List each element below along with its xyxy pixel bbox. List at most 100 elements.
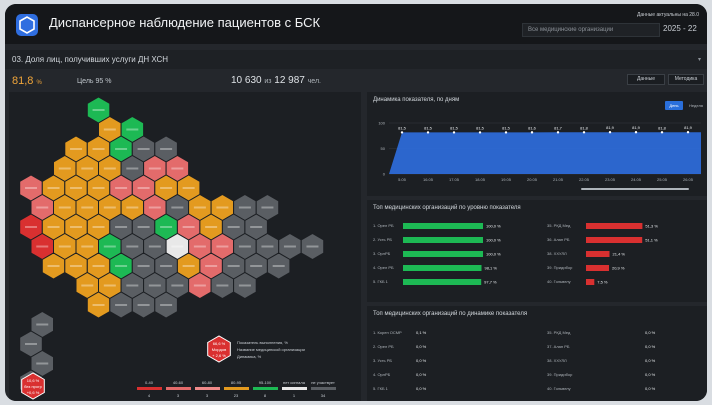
map-hex-caption — [103, 206, 116, 209]
dynamics-chart: 0 50 100 81,5 5.05 81,5 16.05 81,5 17.05 81,5 18.0… — [378, 121, 701, 190]
rank-right-value: 0,0 % — [645, 372, 656, 377]
data-button[interactable]: Данные — [627, 74, 665, 85]
map-hex-caption — [171, 284, 184, 287]
map-hex-caption — [115, 148, 128, 150]
top-left-bar — [403, 279, 482, 285]
map-hex-caption — [148, 245, 161, 248]
scale-label: 80-95 — [231, 380, 242, 385]
data-label: 81,5 — [476, 125, 485, 130]
map-hex-caption — [25, 226, 37, 228]
map-hex-caption — [148, 167, 161, 170]
rank-left-value: 0,0 % — [416, 386, 427, 391]
scale-swatch — [311, 387, 336, 390]
map-hex-caption — [272, 265, 285, 267]
map-hex-caption — [126, 167, 139, 170]
top-right-value: 21,4 % — [613, 252, 626, 257]
map-hex-caption — [137, 265, 150, 267]
top-left-value: 100,0 % — [486, 224, 501, 229]
map-hex-caption — [115, 265, 128, 267]
rank-right-label: 37. Алан РБ — [547, 344, 570, 349]
map-hex-caption — [160, 148, 173, 150]
dynamics-rank-title: Топ медицинских организаций по динамике … — [373, 311, 528, 317]
map-hex-caption — [92, 148, 105, 150]
dynamics-title: Динамика показателя, по дням — [373, 97, 460, 103]
corner-badge-dynamics: +0,6 % — [27, 390, 40, 395]
scale-count: 4 — [148, 393, 151, 398]
map-hex-caption — [47, 226, 60, 228]
top-left-value: 97,7 % — [484, 280, 497, 285]
map-hex-caption — [47, 187, 60, 189]
chevron-down-icon[interactable]: ▾ — [698, 56, 701, 63]
map-hex-caption — [92, 265, 105, 267]
top-left-label: 2. Усть РБ — [373, 237, 392, 242]
page-title: Диспансерное наблюдение пациентов с БСК — [49, 15, 321, 30]
map-hex-caption — [92, 109, 105, 111]
top-right-value: 51,1 % — [645, 238, 658, 243]
series-point — [634, 131, 638, 134]
map-hex-caption — [238, 206, 251, 209]
top-left-label: 5. ГКБ 1 — [373, 279, 389, 284]
legend-line-dynamics: Динамика, % — [237, 354, 262, 359]
map-hex-caption — [58, 206, 71, 209]
day-toggle-button[interactable]: День — [665, 101, 683, 110]
map-hex-caption — [36, 245, 49, 248]
top-left-bar — [403, 265, 482, 271]
map-hex-caption — [171, 206, 184, 209]
methodology-button[interactable]: Методика — [668, 74, 704, 85]
map-hex-caption — [103, 284, 116, 287]
scale-swatch — [195, 387, 220, 390]
map-hex-caption — [261, 206, 274, 209]
scale-label: 40-60 — [173, 380, 184, 385]
week-toggle-button[interactable]: Неделя — [685, 101, 707, 110]
map-hex-caption — [182, 265, 195, 267]
top-left-bar — [403, 237, 483, 243]
legend-hex-dynamics: + 2,6 % — [212, 353, 226, 358]
corner-badge-name: без прогр — [24, 384, 42, 389]
map-hex-caption — [115, 187, 128, 189]
map-hex-caption — [171, 245, 184, 248]
period-select[interactable]: 2025 - 22 — [663, 24, 697, 33]
map-hex-caption — [137, 187, 150, 189]
map-hex-caption — [216, 284, 229, 287]
organization-select[interactable]: Все медицинские организации — [522, 23, 660, 37]
map-hex-caption — [126, 128, 139, 131]
map-hex-caption — [70, 187, 83, 189]
indicator-target: Цель 95 % — [77, 78, 112, 85]
data-label: 81,7 — [554, 125, 563, 130]
scale-count: 23 — [234, 393, 239, 398]
x-tick-label: 24.05 — [631, 177, 642, 182]
rank-left-label: 5. ГКБ 1 — [373, 386, 389, 391]
app-logo-icon — [16, 14, 38, 36]
top-left-label: 1. Орел РБ — [373, 223, 394, 228]
scale-count: 8 — [264, 393, 267, 398]
corner-badge-value: 10,6 % — [27, 378, 40, 383]
rank-left-label: 4. ОрлРБ — [373, 372, 391, 377]
x-tick-label: 26.05 — [683, 177, 694, 182]
top-left-label: 4. Орел РБ — [373, 265, 394, 270]
dynamics-rank-panel: 1. Корен ОСМР 0,1 % 2. Орел РБ 0,0 % 3. Усть… — [367, 306, 707, 401]
map-hex-caption — [216, 245, 229, 248]
map-hex-caption — [193, 284, 206, 287]
top-right-label: 35. РКД Мед — [547, 223, 571, 228]
rank-left-label: 2. Орел РБ — [373, 344, 394, 349]
top-right-value: 7,5 % — [597, 280, 608, 285]
top-right-bar — [586, 279, 595, 285]
map-hex-caption — [36, 323, 49, 326]
map-hex-caption — [160, 187, 173, 189]
y-tick-label: 50 — [381, 146, 386, 151]
map-hex-caption — [250, 265, 263, 267]
rank-left-label: 3. Усть РБ — [373, 358, 392, 363]
map-hex-caption — [306, 245, 319, 248]
legend-line-name: Название медицинской организации — [237, 347, 305, 352]
scale-swatch — [282, 387, 307, 390]
map-hex-caption — [126, 245, 139, 248]
series-point — [582, 131, 586, 134]
top-right-bar — [586, 251, 610, 257]
x-tick-label: 16.05 — [423, 177, 434, 182]
y-tick-label: 100 — [378, 121, 385, 126]
top-left-bar — [403, 251, 483, 257]
map-hex-caption — [81, 284, 94, 287]
map-hex-caption — [92, 226, 105, 228]
scale-swatch — [253, 387, 278, 390]
hex-map-panel: 66,6 % Мордов + 2,6 % Показатель выполнения… — [9, 92, 361, 401]
